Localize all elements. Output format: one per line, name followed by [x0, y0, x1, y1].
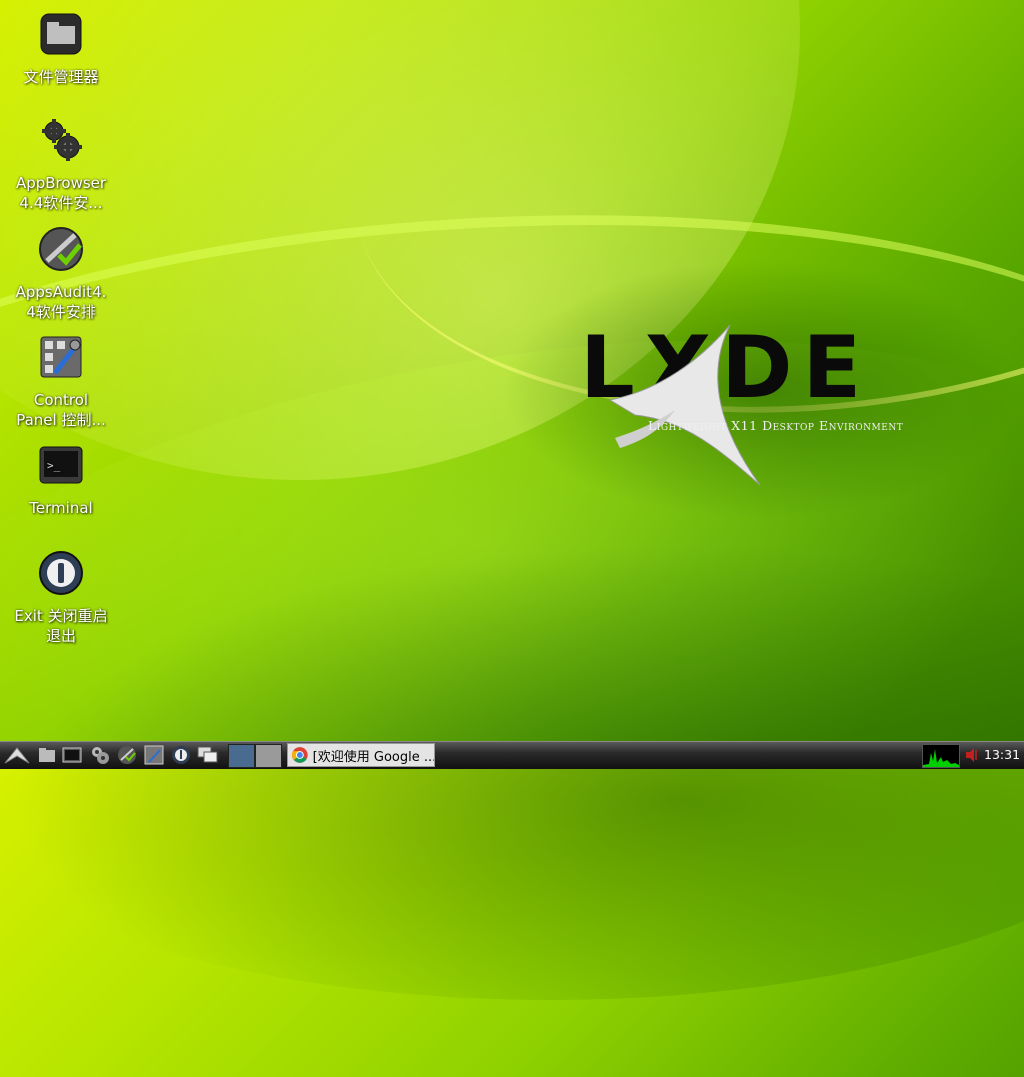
desktop-icon-label-2: 4.4软件安... — [19, 194, 103, 212]
control-panel-icon — [40, 336, 82, 378]
launcher-appsaudit[interactable] — [116, 745, 138, 765]
logo-swoosh-icon — [608, 324, 761, 486]
windows-icon — [197, 746, 218, 763]
desktop-pager-2[interactable] — [255, 744, 282, 768]
clock[interactable]: 13:31 — [984, 747, 1020, 762]
desktop-icon-label: Control — [33, 391, 89, 409]
volume-icon — [966, 748, 977, 762]
terminal-icon — [62, 747, 82, 763]
wallpaper: LXDE Lightweight X11 Desktop Environment — [0, 0, 1024, 1077]
cpu-graph-icon — [923, 749, 959, 767]
logo-subtitle: Lightweight X11 Desktop Environment — [648, 418, 904, 433]
desktop-icon-label-2: 4软件安排 — [26, 303, 96, 321]
launcher-appbrowser[interactable] — [89, 745, 111, 765]
show-desktop-button[interactable] — [197, 745, 219, 765]
lxde-logo: LXDE Lightweight X11 Desktop Environment — [580, 320, 904, 490]
desktop-icon-file-manager[interactable]: 文件管理器 — [6, 10, 116, 87]
chrome-icon — [291, 747, 308, 763]
apps-audit-icon — [39, 227, 83, 271]
desktop-icon-terminal[interactable]: >_ Terminal — [6, 441, 116, 518]
launcher-file-manager[interactable] — [36, 745, 58, 765]
file-manager-icon — [39, 748, 55, 762]
launcher-terminal[interactable] — [61, 745, 83, 765]
menu-button[interactable] — [4, 745, 30, 765]
launcher-control-panel[interactable] — [143, 745, 165, 765]
taskbar: [欢迎使用 Google ... 13:31 — [0, 741, 1024, 769]
desktop-pager-1[interactable] — [228, 744, 255, 768]
desktop-icon-exit[interactable]: Exit 关闭重启 退出 — [6, 549, 116, 646]
taskbar-task-chrome[interactable]: [欢迎使用 Google ... — [287, 743, 435, 767]
desktop-icon-label: Terminal — [29, 499, 93, 517]
file-manager-icon — [40, 13, 82, 55]
launcher-exit[interactable] — [170, 745, 192, 765]
desktop-icon-label-2: 退出 — [45, 627, 76, 645]
svg-text:>_: >_ — [47, 459, 61, 472]
desktop-icon-label: Exit 关闭重启 — [14, 607, 108, 625]
apps-audit-icon — [118, 746, 136, 764]
gears-icon — [92, 747, 109, 764]
power-icon — [39, 551, 83, 595]
gears-icon — [42, 119, 82, 161]
task-title: [欢迎使用 Google ... — [312, 749, 434, 765]
desktop-icon-control-panel[interactable]: Control Panel 控制... — [6, 333, 116, 430]
desktop-icon-appbrowser[interactable]: AppBrowser 4.4软件安... — [6, 116, 116, 213]
desktop-icon-label: 文件管理器 — [23, 68, 99, 86]
terminal-icon: >_ — [39, 446, 83, 484]
desktop-icon-label: AppBrowser — [15, 174, 107, 192]
volume-button[interactable] — [964, 745, 980, 769]
control-panel-icon — [144, 745, 164, 765]
cpu-monitor[interactable] — [922, 744, 960, 768]
desktop-icon-label-2: Panel 控制... — [16, 411, 106, 429]
power-icon — [172, 746, 190, 764]
desktop-icon-appsaudit[interactable]: AppsAudit4. 4软件安排 — [6, 225, 116, 322]
desktop-icon-label: AppsAudit4. — [15, 283, 107, 301]
menu-icon — [4, 747, 30, 764]
